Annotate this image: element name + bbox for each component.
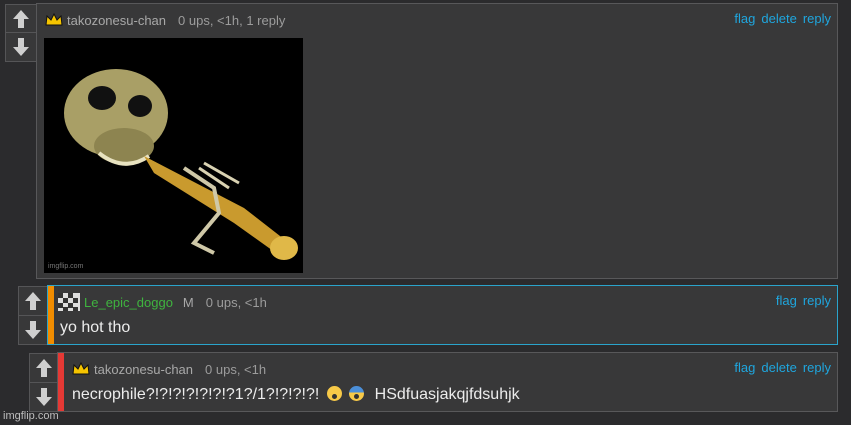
reply-link[interactable]: reply (803, 360, 831, 375)
username-link[interactable]: takozonesu-chan (67, 13, 166, 28)
comment-header: takozonesu-chan 0 ups, <1h, 1 reply (45, 11, 285, 29)
arrow-down-icon (25, 320, 41, 339)
comment-text-suffix: HSdfuasjakqjfdsuhjk (374, 386, 520, 403)
comment-actions: flag delete reply (734, 11, 831, 26)
comment-header: Le_epic_doggo M 0 ups, <1h (58, 293, 267, 311)
downvote-button[interactable] (30, 383, 57, 412)
comment-actions: flag delete reply (734, 360, 831, 375)
image-watermark: imgflip.com (48, 263, 84, 270)
comment-text-row: necrophile?!?!?!?!?!?!?1?/1?!?!?!?! HSdf… (72, 386, 520, 404)
delete-link[interactable]: delete (761, 11, 796, 26)
comment-actions: flag reply (776, 293, 831, 308)
upvote-button[interactable] (6, 5, 36, 33)
upvote-button[interactable] (30, 354, 57, 383)
crown-icon (45, 13, 63, 26)
downvote-button[interactable] (6, 33, 36, 61)
comment-text: yo hot tho (60, 319, 131, 336)
anxious-emoji-icon (349, 386, 365, 401)
delete-link[interactable]: delete (761, 360, 796, 375)
comment-header: takozonesu-chan 0 ups, <1h (72, 360, 266, 378)
arrow-up-icon (13, 9, 29, 28)
skull-trumpet-image (44, 38, 303, 273)
username-link[interactable]: takozonesu-chan (94, 362, 193, 377)
arrow-down-icon (13, 38, 29, 56)
arrow-up-icon (25, 291, 41, 310)
reply-link[interactable]: reply (803, 293, 831, 308)
vote-box-1 (5, 4, 37, 62)
crown-icon (72, 362, 90, 375)
reply-link[interactable]: reply (803, 11, 831, 26)
comment-3: takozonesu-chan 0 ups, <1h flag delete r… (57, 352, 838, 412)
downvote-button[interactable] (19, 316, 47, 345)
mod-badge: M (182, 294, 194, 310)
comment-meta: 0 ups, <1h, 1 reply (178, 12, 286, 28)
arrow-up-icon (35, 358, 52, 377)
username-link[interactable]: Le_epic_doggo (84, 295, 173, 310)
comment-meta: 0 ups, <1h (205, 361, 267, 377)
comment-indent-bar (58, 353, 64, 411)
flag-link[interactable]: flag (776, 293, 797, 308)
meme-image[interactable]: imgflip.com (44, 38, 303, 273)
vote-box-3 (29, 353, 58, 412)
flag-link[interactable]: flag (734, 11, 755, 26)
comment-2: Le_epic_doggo M 0 ups, <1h flag reply yo… (47, 285, 838, 345)
comment-meta: 0 ups, <1h (205, 294, 267, 310)
user-avatar-icon (58, 293, 80, 311)
scream-emoji-icon (326, 386, 342, 401)
arrow-down-icon (35, 387, 52, 406)
comment-indent-bar (48, 286, 54, 344)
upvote-button[interactable] (19, 287, 47, 316)
comment-text: necrophile?!?!?!?!?!?!?1?/1?!?!?!?! (72, 386, 320, 403)
flag-link[interactable]: flag (734, 360, 755, 375)
page-watermark: imgflip.com (3, 410, 59, 422)
vote-box-2 (18, 286, 48, 345)
comment-1: takozonesu-chan 0 ups, <1h, 1 reply flag… (36, 3, 838, 279)
